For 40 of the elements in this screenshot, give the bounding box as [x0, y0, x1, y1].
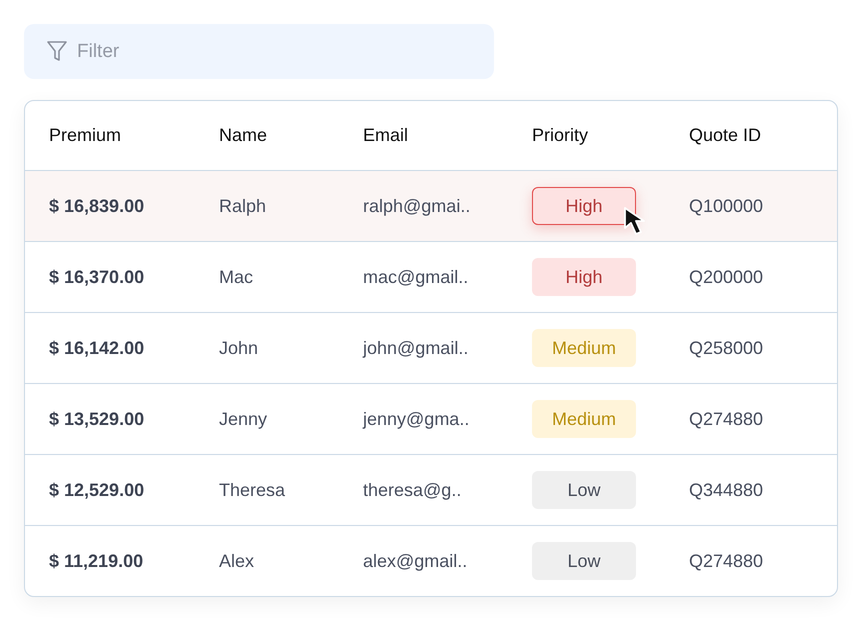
- filter-field[interactable]: Filter: [24, 24, 494, 79]
- table-cell: theresa@g..: [363, 480, 462, 500]
- column-header: Email: [363, 125, 408, 146]
- high-priority-badge[interactable]: High: [532, 258, 636, 296]
- table-cell: Q100000: [689, 196, 764, 216]
- column-header: Quote ID: [689, 125, 762, 146]
- table-cell: ralph@gmai..: [363, 196, 470, 216]
- table-cell: mac@gmail..: [363, 266, 468, 288]
- table-cell: Jenny: [219, 408, 268, 430]
- table-cell: $ 16,839.00: [49, 196, 144, 216]
- column-header: Premium: [49, 125, 122, 146]
- table-cell: Alex: [219, 550, 254, 572]
- low-priority-badge[interactable]: Low: [532, 542, 636, 580]
- table-cell: $ 12,529.00: [49, 480, 144, 500]
- table-row[interactable]: $ 16,370.00 Mac mac@gmail.. High Q200000: [25, 241, 837, 312]
- table-row[interactable]: $ 16,142.00 John john@gmail.. Medium Q258000: [25, 312, 837, 383]
- table-row[interactable]: $ 12,529.00 Theresa theresa@g.. Low Q344880: [25, 454, 837, 525]
- table-cell: $ 13,529.00: [49, 408, 144, 430]
- table-cell: Q274880: [689, 408, 764, 430]
- table-cell: $ 16,370.00: [49, 266, 144, 288]
- table-cell: Q344880: [689, 480, 764, 500]
- table-cell: jenny@gma..: [363, 408, 470, 430]
- table-cell: Theresa: [219, 480, 286, 500]
- high-priority-badge[interactable]: High: [532, 187, 636, 225]
- table-cell: $ 16,142.00: [49, 338, 144, 358]
- table-row[interactable]: $ 11,219.00 Alex alex@gmail.. Low Q274880: [25, 525, 837, 596]
- table-cell: John: [219, 338, 258, 358]
- column-header: Name: [219, 125, 268, 146]
- table-cell: john@gmail..: [363, 338, 468, 358]
- table-cell: $ 11,219.00: [49, 550, 144, 572]
- table-cell: Q258000: [689, 338, 764, 358]
- table-cell: Q274880: [689, 550, 764, 572]
- table-row[interactable]: $ 13,529.00 Jenny jenny@gma.. Medium Q274880: [25, 383, 837, 454]
- low-priority-badge[interactable]: Low: [532, 471, 636, 509]
- table-cell: Q200000: [689, 266, 764, 288]
- table-cell: Ralph: [219, 196, 266, 216]
- table-cell: Mac: [219, 266, 254, 288]
- column-header: Priority: [532, 125, 588, 146]
- table-cell: alex@gmail..: [363, 550, 468, 572]
- table-row[interactable]: $ 16,839.00 Ralph ralph@gmai.. High Q100000: [25, 170, 837, 241]
